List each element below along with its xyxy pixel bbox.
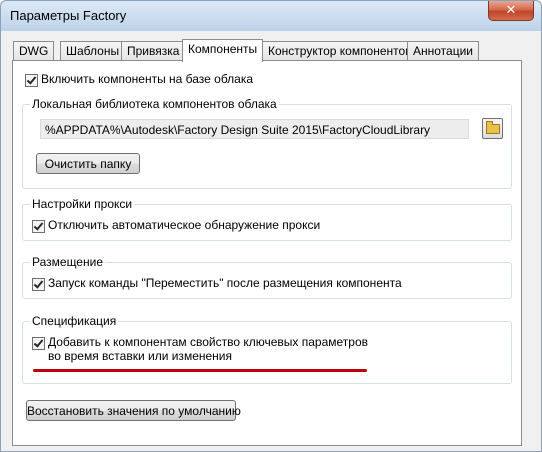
- restore-defaults-button[interactable]: Восстановить значения по умолчанию: [26, 400, 241, 421]
- components-tab-panel: Включить компоненты на базе облака Локал…: [12, 60, 522, 446]
- tab-component-builder[interactable]: Конструктор компонентов: [262, 41, 418, 61]
- placement-group-title: Размещение: [30, 255, 105, 269]
- clear-folder-button[interactable]: Очистить папку: [36, 153, 140, 174]
- library-group-title: Локальная библиотека компонентов облака: [30, 97, 279, 111]
- run-move-label[interactable]: Запуск команды "Переместить" после разме…: [48, 276, 402, 290]
- tab-components[interactable]: Компоненты: [182, 39, 264, 62]
- disable-proxy-label[interactable]: Отключить автоматическое обнаружение про…: [48, 218, 320, 232]
- tab-snap[interactable]: Привязка: [121, 41, 186, 61]
- proxy-group: Настройки прокси Отключить автоматическо…: [22, 197, 512, 241]
- enable-cloud-label[interactable]: Включить компоненты на базе облака: [41, 72, 253, 86]
- library-group: Локальная библиотека компонентов облака …: [22, 97, 512, 189]
- close-button[interactable]: ✕: [488, 1, 534, 21]
- dialog-window: Параметры Factory ✕ DWG Шаблоны Привязка…: [0, 0, 542, 452]
- browse-folder-button[interactable]: [482, 118, 503, 139]
- tab-dwg[interactable]: DWG: [13, 41, 55, 61]
- close-icon: ✕: [505, 2, 517, 17]
- specification-group: Спецификация Добавить к компонентам свой…: [22, 314, 512, 384]
- folder-icon: [486, 121, 500, 134]
- title-bar[interactable]: Параметры Factory ✕: [1, 1, 541, 31]
- tab-templates[interactable]: Шаблоны: [60, 41, 126, 61]
- red-underline-annotation: [33, 369, 367, 372]
- library-path-field[interactable]: %APPDATA%\Autodesk\Factory Design Suite …: [40, 119, 469, 139]
- placement-group: Размещение Запуск команды "Переместить" …: [22, 255, 512, 299]
- enable-cloud-checkbox[interactable]: [25, 74, 38, 87]
- add-key-params-label-line2[interactable]: во время вставки или изменения: [48, 349, 232, 363]
- disable-proxy-checkbox[interactable]: [32, 220, 45, 233]
- window-title: Параметры Factory: [10, 8, 127, 23]
- run-move-checkbox[interactable]: [32, 278, 45, 291]
- add-key-params-checkbox[interactable]: [32, 337, 45, 350]
- specification-group-title: Спецификация: [30, 314, 119, 328]
- add-key-params-label-line1[interactable]: Добавить к компонентам свойство ключевых…: [48, 335, 368, 349]
- proxy-group-title: Настройки прокси: [30, 197, 135, 211]
- tab-annotations[interactable]: Аннотации: [407, 41, 479, 61]
